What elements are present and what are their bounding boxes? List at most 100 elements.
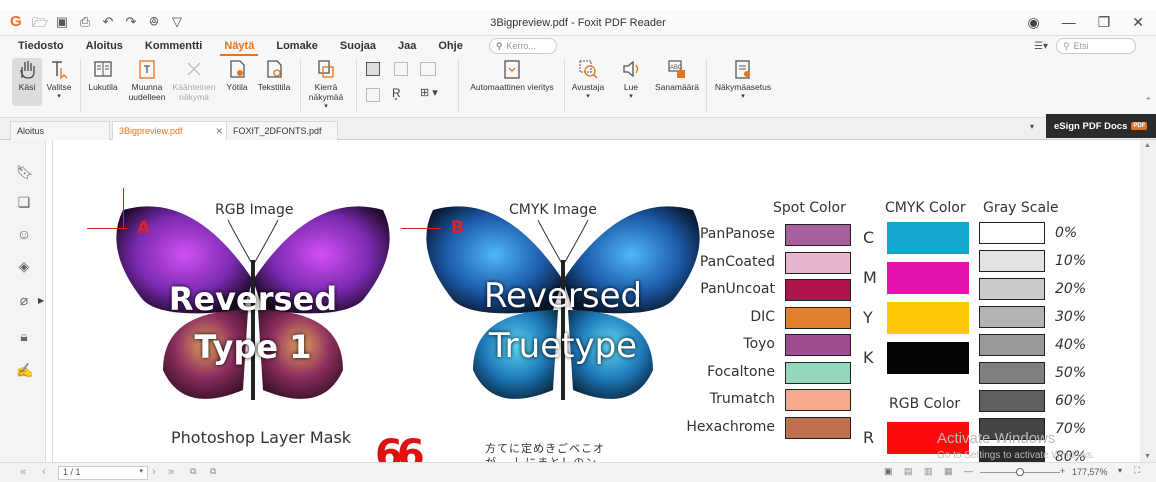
select-tool-button[interactable]: Valitse ▾ bbox=[44, 58, 74, 102]
security-icon[interactable]: 🔒︎ bbox=[16, 328, 32, 344]
zoom-dropdown-icon[interactable]: ▾ bbox=[1118, 466, 1122, 475]
layers-icon[interactable]: ◈ bbox=[16, 258, 32, 274]
menu-ohje[interactable]: Ohje bbox=[434, 40, 466, 52]
text-mode-button[interactable]: Tekstitila bbox=[254, 58, 294, 92]
status-bar: « ‹ 1 / 1 ▾ › » ⧉ ⧉ ▣ ▤ ▥ ▦ — + 177,57% ▾… bbox=[0, 462, 1156, 482]
tab-list-dropdown-icon[interactable]: ▾ bbox=[1030, 122, 1034, 131]
menu-tiedosto[interactable]: Tiedosto bbox=[14, 40, 68, 52]
cmyk-channel-label: M bbox=[863, 268, 877, 287]
rotate-view-button[interactable]: Kierrä näkymää ▾ bbox=[302, 58, 350, 112]
spot-color-swatch bbox=[785, 361, 851, 384]
page-view-icon[interactable]: ⧉ bbox=[210, 466, 216, 477]
document-tabs: Aloitus 3Bigpreview.pdf ✕ FOXIT_2DFONTS.p… bbox=[0, 118, 1156, 140]
last-page-button[interactable]: » bbox=[168, 466, 174, 478]
spot-color-label: Trumatch bbox=[709, 391, 775, 407]
tab-3bigpreview[interactable]: 3Bigpreview.pdf ✕ bbox=[112, 121, 230, 140]
hand-tool-button[interactable]: Käsi bbox=[12, 58, 42, 106]
auto-scroll-button[interactable]: Automaattinen vieritys bbox=[464, 58, 560, 92]
account-icon[interactable]: ◉ bbox=[1027, 14, 1039, 31]
separator bbox=[80, 60, 81, 112]
zoom-in-button[interactable]: + bbox=[1060, 466, 1065, 476]
gray-scale-swatch bbox=[979, 334, 1045, 356]
spot-color-label: Hexachrome bbox=[686, 418, 775, 435]
expand-panel-icon[interactable]: ▶ bbox=[38, 296, 44, 305]
search-icon: ⚲ bbox=[1063, 40, 1070, 51]
menu-aloitus[interactable]: Aloitus bbox=[82, 40, 127, 52]
tell-me-input[interactable]: ⚲ Kerro... bbox=[488, 38, 557, 54]
attachment-icon[interactable]: ⌀ bbox=[16, 292, 32, 308]
menu-nayta[interactable]: Näytä bbox=[220, 40, 259, 56]
single-page-icon[interactable] bbox=[366, 62, 380, 76]
pages-icon[interactable]: ❏ bbox=[16, 194, 32, 210]
close-button[interactable]: ✕ bbox=[1132, 14, 1144, 31]
ribbon-toolbar: Käsi Valitse ▾ Lukutila Muunna uudelleen … bbox=[0, 56, 1156, 118]
signature-icon[interactable]: ✍ bbox=[16, 362, 33, 378]
cmyk-color-swatch bbox=[887, 222, 969, 254]
facing-view-icon[interactable]: ▥ bbox=[924, 466, 933, 477]
menu-right: ☰▾ ⚲ Etsi bbox=[1034, 38, 1136, 54]
prev-page-button[interactable]: ‹ bbox=[42, 466, 46, 478]
word-count-icon: ABC bbox=[666, 58, 688, 80]
spot-color-swatch bbox=[785, 251, 851, 274]
zoom-level[interactable]: 177,57% bbox=[1072, 467, 1108, 477]
zoom-out-button[interactable]: — bbox=[964, 466, 973, 476]
first-page-button[interactable]: « bbox=[20, 466, 26, 478]
page-number-input[interactable]: 1 / 1 ▾ bbox=[58, 466, 148, 480]
search-input[interactable]: ⚲ Etsi bbox=[1056, 38, 1136, 54]
rgb-channel-label: R bbox=[863, 428, 875, 447]
cmyk-color-header: CMYK Color bbox=[885, 200, 966, 216]
reflow-button[interactable]: Muunna uudelleen bbox=[124, 58, 170, 102]
continuous-view-icon[interactable]: ▤ bbox=[904, 466, 913, 477]
gray-scale-label: 30% bbox=[1055, 309, 1087, 325]
cover-page-icon[interactable]: R̥ bbox=[392, 86, 401, 100]
facing-page-icon[interactable] bbox=[420, 62, 436, 76]
gray-scale-swatch bbox=[979, 390, 1045, 412]
continuous-page-icon[interactable] bbox=[394, 62, 408, 76]
word-count-button[interactable]: ABC Sanamäärä bbox=[652, 58, 702, 92]
read-aloud-button[interactable]: Lue ▾ bbox=[614, 58, 648, 102]
single-page-view-icon[interactable]: ▣ bbox=[884, 466, 893, 477]
document-viewer[interactable]: RGB Image A Reversed Type 1 Photoshop La… bbox=[52, 140, 1140, 462]
copy-page-icon[interactable]: ⧉ bbox=[190, 466, 196, 477]
search-options-icon[interactable]: ☰▾ bbox=[1034, 41, 1048, 52]
view-settings-button[interactable]: Näkymäasetus ▾ bbox=[710, 58, 776, 102]
marker-a-label: A bbox=[137, 218, 151, 238]
select-text-icon bbox=[48, 58, 70, 80]
continuous-facing-icon[interactable] bbox=[366, 88, 380, 102]
windows-watermark-title: Activate Windows bbox=[937, 430, 1056, 447]
menu-kommentti[interactable]: Kommentti bbox=[141, 40, 206, 52]
window-title: 3Bigpreview.pdf - Foxit PDF Reader bbox=[490, 17, 666, 29]
restore-button[interactable]: ❐ bbox=[1098, 14, 1111, 31]
marker-a-line-vertical bbox=[123, 188, 124, 228]
scroll-up-icon[interactable]: ▲ bbox=[1144, 142, 1151, 149]
tab-foxit-2dfonts[interactable]: FOXIT_2DFONTS.pdf bbox=[226, 121, 338, 140]
reverse-view-button[interactable]: Käänteinen näkymä bbox=[172, 58, 216, 102]
vertical-scrollbar[interactable]: ▲ ▼ bbox=[1140, 140, 1156, 462]
scroll-down-icon[interactable]: ▼ bbox=[1144, 453, 1151, 460]
cmyk-color-swatch bbox=[887, 262, 969, 294]
assistant-button[interactable]: Avustaja ▾ bbox=[568, 58, 608, 102]
tab-aloitus[interactable]: Aloitus bbox=[10, 121, 110, 140]
comments-icon[interactable]: ☺ bbox=[16, 226, 32, 242]
esign-banner[interactable]: eSign PDF Docs PDF bbox=[1046, 114, 1156, 138]
gray-scale-label: 70% bbox=[1055, 421, 1087, 437]
collapse-ribbon-icon[interactable]: ⌃ bbox=[1144, 96, 1152, 107]
fullscreen-icon[interactable]: ⛶ bbox=[1134, 465, 1140, 476]
menu-suojaa[interactable]: Suojaa bbox=[336, 40, 380, 52]
night-mode-button[interactable]: Yötila bbox=[222, 58, 252, 92]
zoom-slider-handle[interactable] bbox=[1016, 468, 1024, 476]
gray-scale-swatch bbox=[979, 222, 1045, 244]
read-mode-button[interactable]: Lukutila bbox=[86, 58, 120, 92]
marker-a-line-horizontal bbox=[87, 228, 127, 229]
night-mode-icon bbox=[226, 58, 248, 80]
next-page-button[interactable]: › bbox=[152, 466, 156, 478]
menu-bar: Tiedosto Aloitus Kommentti Näytä Lomake … bbox=[0, 36, 1156, 56]
menu-lomake[interactable]: Lomake bbox=[272, 40, 322, 52]
minimize-button[interactable]: — bbox=[1062, 14, 1076, 31]
bookmark-icon[interactable]: 🔖︎ bbox=[16, 164, 34, 180]
continuous-facing-view-icon[interactable]: ▦ bbox=[944, 466, 953, 477]
menu-jaa[interactable]: Jaa bbox=[394, 40, 420, 52]
split-view-icon[interactable]: ⊞ ▾ bbox=[420, 86, 438, 99]
close-tab-icon[interactable]: ✕ bbox=[215, 126, 223, 137]
hand-icon bbox=[16, 58, 38, 80]
